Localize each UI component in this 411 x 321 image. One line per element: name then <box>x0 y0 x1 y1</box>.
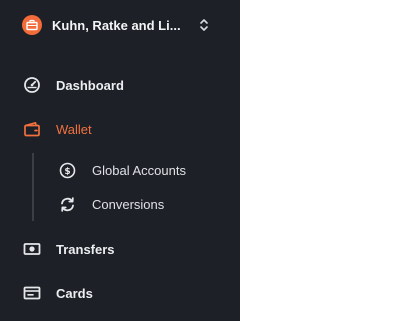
briefcase-icon <box>22 15 42 35</box>
org-switcher[interactable]: Kuhn, Ratke and Li... <box>22 14 218 36</box>
nav-label-transfers: Transfers <box>56 241 115 257</box>
nav-item-conversions[interactable]: Conversions <box>58 193 164 215</box>
nav-item-dashboard[interactable]: Dashboard <box>22 73 124 97</box>
subnav-divider <box>32 153 34 221</box>
dollar-circle-icon: $ <box>58 161 76 179</box>
main-content-area <box>240 0 411 321</box>
nav-item-wallet[interactable]: Wallet <box>22 117 92 141</box>
nav-label-cards: Cards <box>56 285 93 301</box>
nav-item-cards[interactable]: Cards <box>22 281 93 305</box>
nav-item-global-accounts[interactable]: $ Global Accounts <box>58 159 186 181</box>
chevron-updown-icon[interactable] <box>198 17 210 33</box>
nav-item-transfers[interactable]: Transfers <box>22 237 115 261</box>
nav-label-dashboard: Dashboard <box>56 77 124 93</box>
nav-label-wallet: Wallet <box>56 121 92 137</box>
gauge-icon <box>22 75 42 95</box>
card-icon <box>22 283 42 303</box>
svg-text:$: $ <box>64 167 70 177</box>
wallet-icon <box>22 119 42 139</box>
sidebar: Kuhn, Ratke and Li... Dashboard Wallet $… <box>0 0 240 321</box>
nav-label-conversions: Conversions <box>92 196 165 212</box>
refresh-icon <box>58 195 76 213</box>
nav-label-global-accounts: Global Accounts <box>92 162 186 178</box>
banknote-icon <box>22 239 42 259</box>
org-name: Kuhn, Ratke and Li... <box>52 17 181 33</box>
